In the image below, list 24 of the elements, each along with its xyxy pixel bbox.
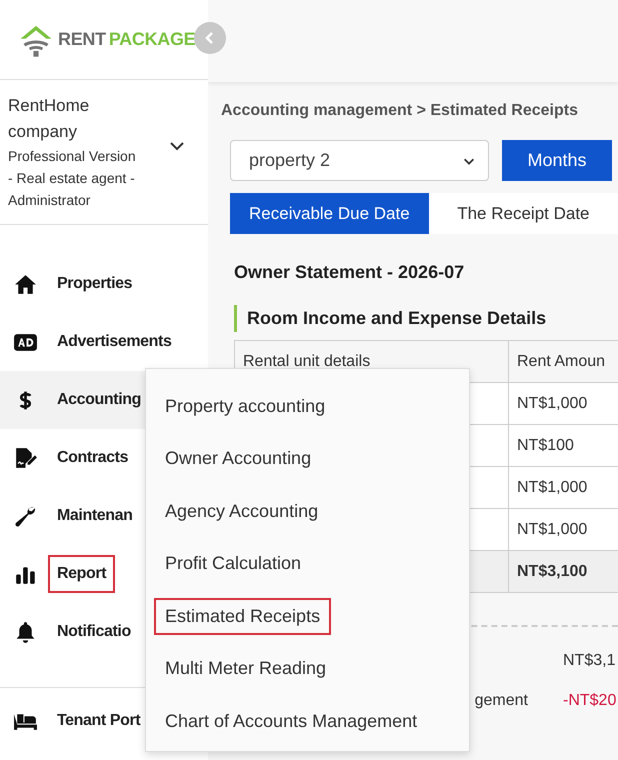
menu-item[interactable]: Chart of Accounts Management — [154, 702, 428, 740]
menu-item[interactable]: Profit Calculation — [154, 545, 312, 582]
statement-title: Owner Statement - 2026-07 — [234, 262, 466, 283]
nav-item[interactable]: Advertisements — [0, 313, 208, 371]
menu-item[interactable]: Multi Meter Reading — [154, 650, 338, 688]
months-button[interactable]: Months — [502, 140, 612, 181]
summary-value: NT$3,1 — [563, 652, 616, 670]
section-title: Room Income and Expense Details — [234, 305, 618, 332]
menu-item[interactable]: Estimated Receipts — [154, 598, 332, 635]
breadcrumb: Accounting management > Estimated Receipts — [221, 102, 579, 120]
table-cell: NT$3,100 — [508, 550, 618, 592]
company-name: RentHome company — [8, 95, 90, 143]
logo-text: RENT PACKAGE — [58, 29, 196, 50]
summary-value: -NT$20 — [563, 692, 616, 710]
menu-item[interactable]: Agency Accounting — [154, 492, 330, 530]
contract-icon — [13, 446, 38, 470]
nav-item[interactable]: Properties — [0, 255, 208, 313]
date-tab[interactable]: The Receipt Date — [428, 193, 618, 234]
user-role: Professional Version - Real estate agent - Administrator — [8, 147, 137, 210]
summary-label: gement — [474, 692, 529, 710]
property-select[interactable]: property 2 — [230, 140, 489, 181]
date-tab[interactable]: Receivable Due Date — [230, 193, 429, 234]
menu-item[interactable]: Owner Accounting — [154, 440, 322, 478]
column-header: Rent Amoun — [508, 340, 618, 382]
